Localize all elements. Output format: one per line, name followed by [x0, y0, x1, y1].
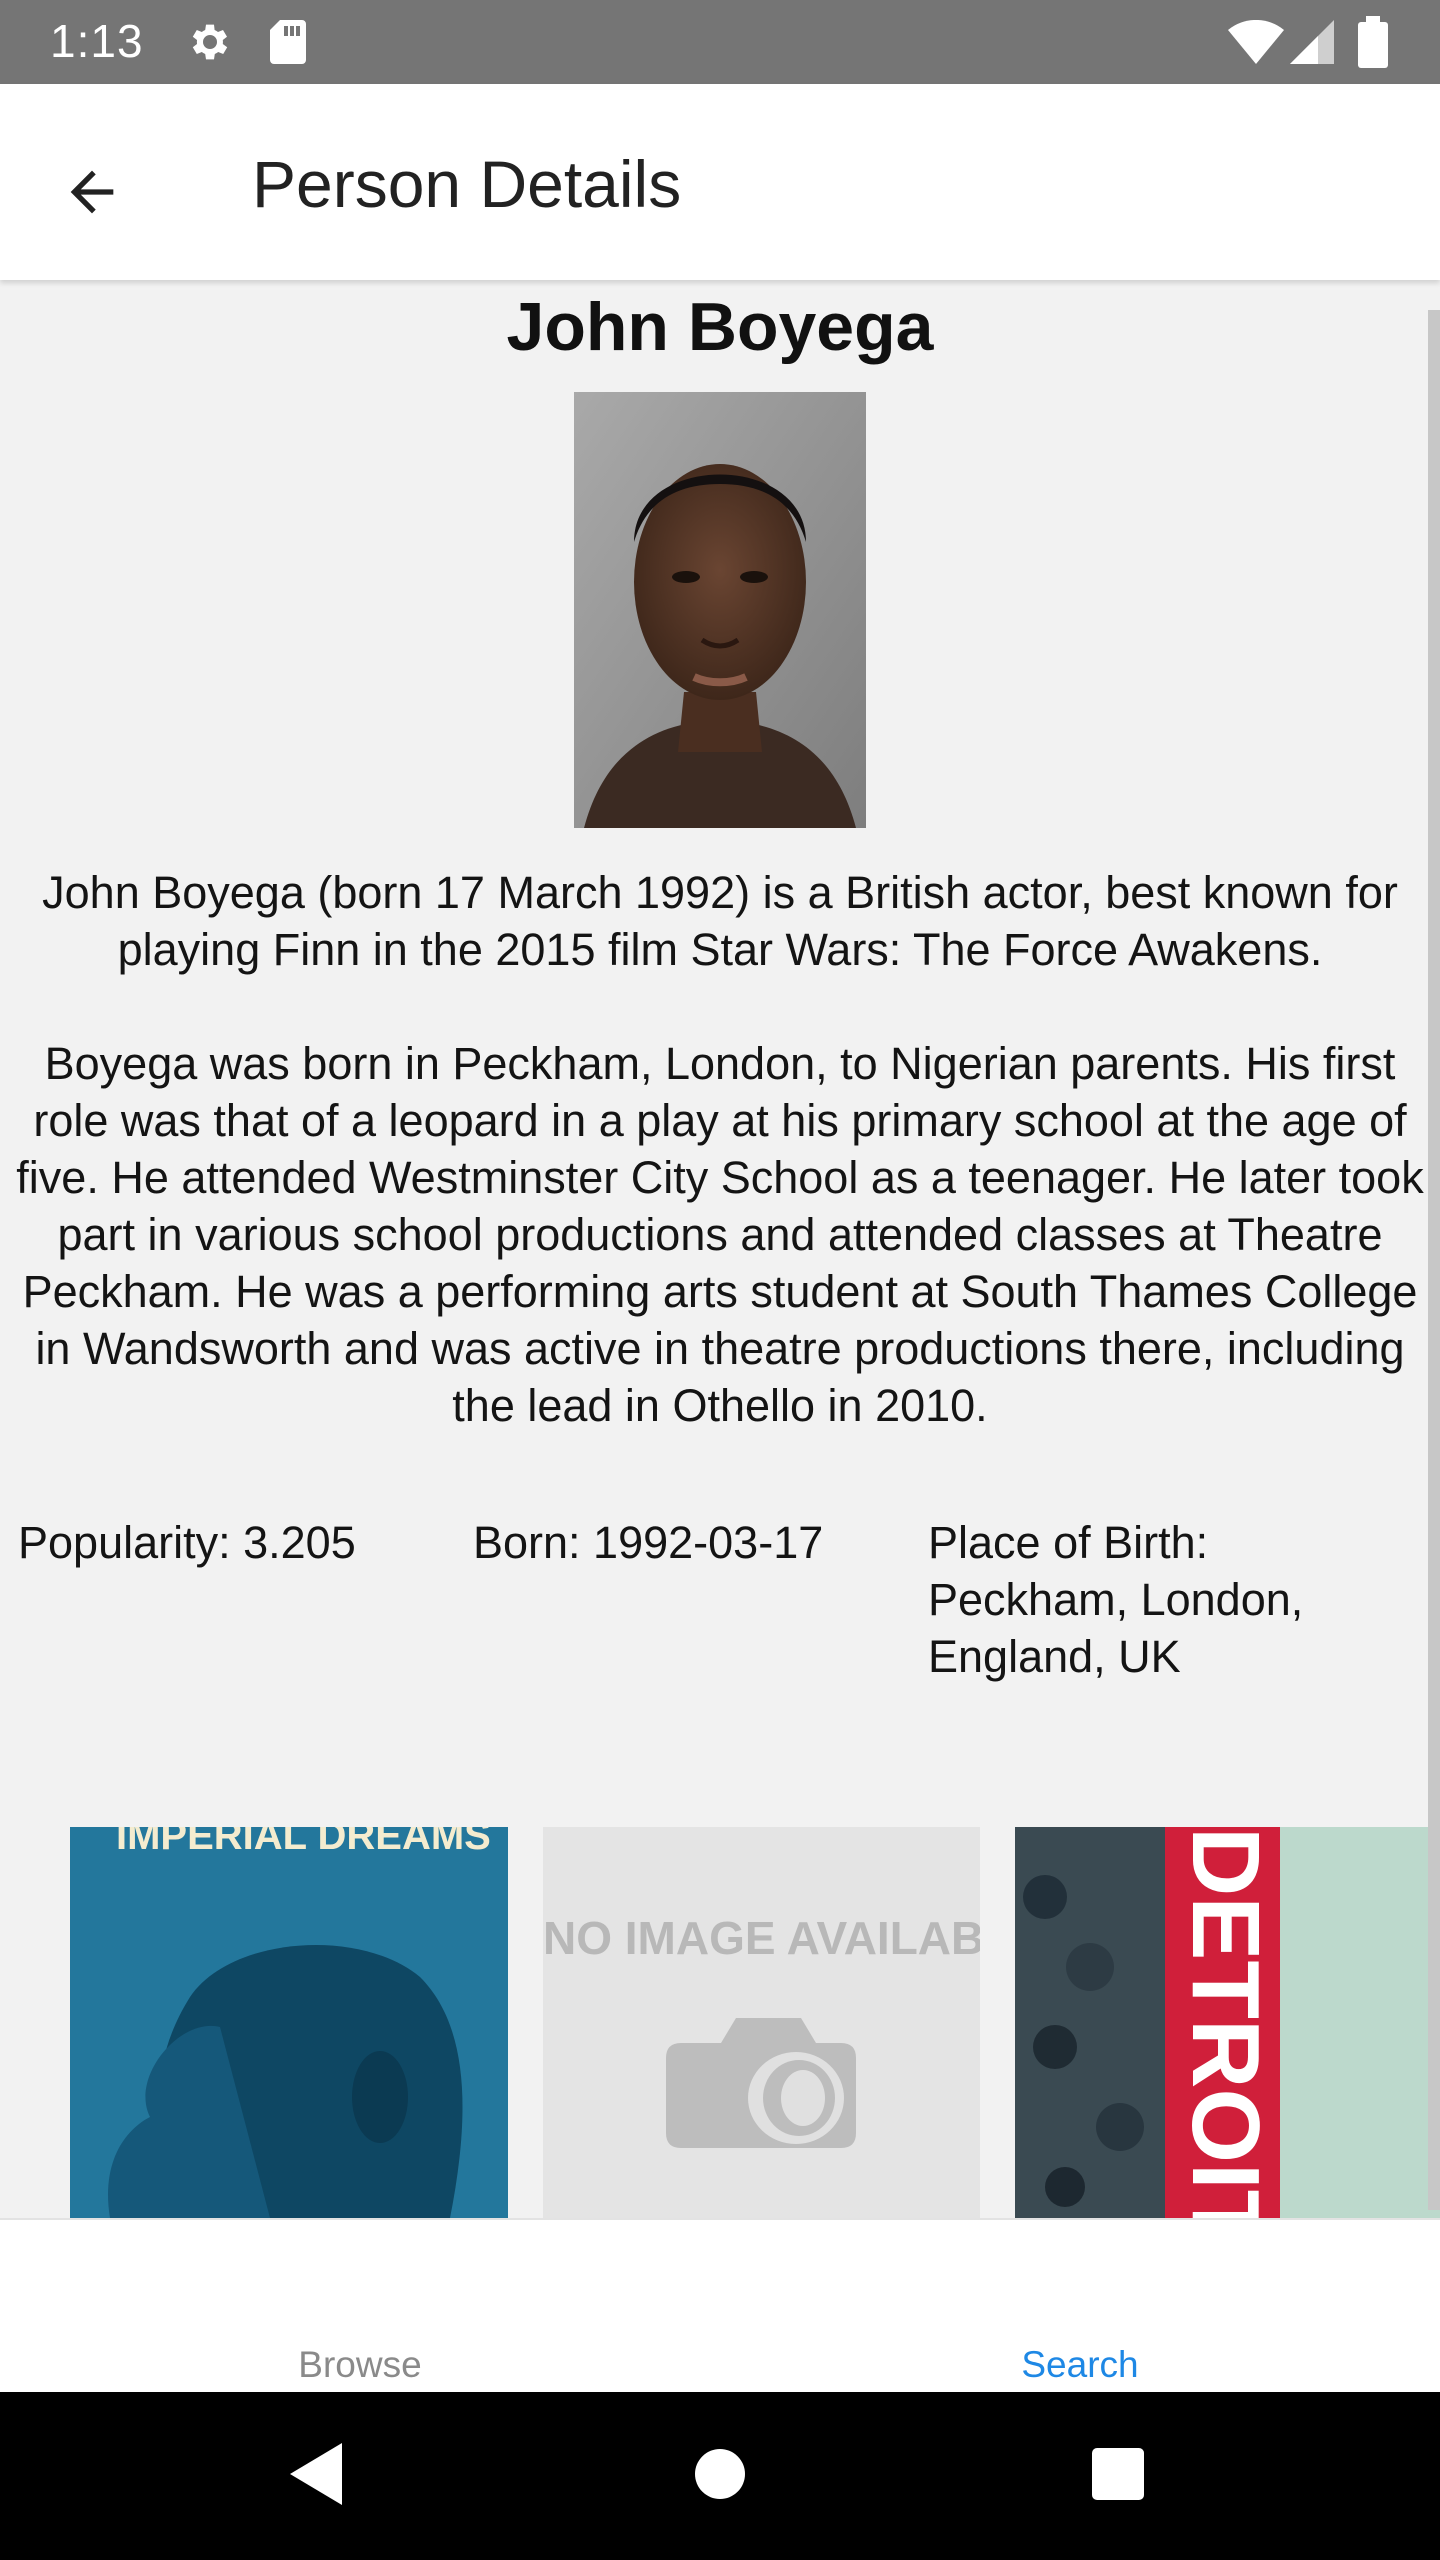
no-image-available-text: NO IMAGE AVAILABLE — [543, 1912, 980, 1964]
scrollbar[interactable] — [1428, 310, 1440, 2210]
credits-poster-list[interactable]: IMPERIAL DREAMS NO IMAGE AVAILABLE — [0, 1827, 1440, 2218]
nav-browse-label: Browse — [298, 2344, 422, 2385]
system-recents-button[interactable] — [1074, 2432, 1162, 2520]
app-bar: Person Details — [0, 84, 1440, 280]
bottom-navigation: Browse Search — [0, 2218, 1440, 2392]
recents-square-icon — [1091, 2447, 1145, 2506]
nav-search[interactable]: Search — [720, 2220, 1440, 2394]
movie-poster[interactable]: DETROIT — [1015, 1827, 1440, 2218]
popularity-text: Popularity: 3.205 — [18, 1517, 356, 1568]
birthdate-text: Born: 1992-03-17 — [473, 1517, 824, 1568]
biography-paragraph: John Boyega (born 17 March 1992) is a Br… — [42, 867, 1398, 975]
system-home-button[interactable] — [676, 2432, 764, 2520]
person-portrait-image — [574, 392, 866, 828]
home-circle-icon — [693, 2447, 747, 2506]
signal-icon — [1290, 20, 1334, 69]
person-details-content: John Boyega John Boyega (born 17 March 1… — [0, 280, 1440, 2218]
status-time: 1:13 — [50, 15, 144, 67]
biography-paragraph: Boyega was born in Peckham, London, to N… — [16, 1038, 1424, 1431]
nav-browse[interactable]: Browse — [0, 2220, 720, 2394]
system-navigation-bar — [0, 2392, 1440, 2560]
system-back-button[interactable] — [272, 2432, 360, 2520]
sd-card-icon — [266, 18, 310, 71]
nav-search-label: Search — [1021, 2344, 1139, 2385]
battery-icon — [1358, 16, 1388, 73]
settings-icon — [184, 18, 232, 71]
camera-icon — [661, 2003, 861, 2158]
movie-poster-placeholder[interactable]: NO IMAGE AVAILABLE — [543, 1827, 980, 2218]
page-title: Person Details — [252, 147, 682, 221]
poster-title-text: DETROIT — [1172, 1827, 1279, 2218]
back-triangle-icon — [286, 2441, 346, 2512]
wifi-icon — [1228, 19, 1284, 69]
movie-poster[interactable]: IMPERIAL DREAMS — [70, 1827, 508, 2218]
person-biography: John Boyega (born 17 March 1992) is a Br… — [6, 864, 1434, 1434]
back-button[interactable] — [38, 140, 146, 248]
person-name: John Boyega — [506, 289, 934, 365]
arrow-back-icon — [60, 160, 124, 229]
status-bar: 1:13 — [0, 0, 1440, 84]
place-of-birth-text: Place of Birth: Peckham, London, England… — [928, 1517, 1304, 1682]
poster-title-text: IMPERIAL DREAMS — [116, 1827, 491, 1858]
